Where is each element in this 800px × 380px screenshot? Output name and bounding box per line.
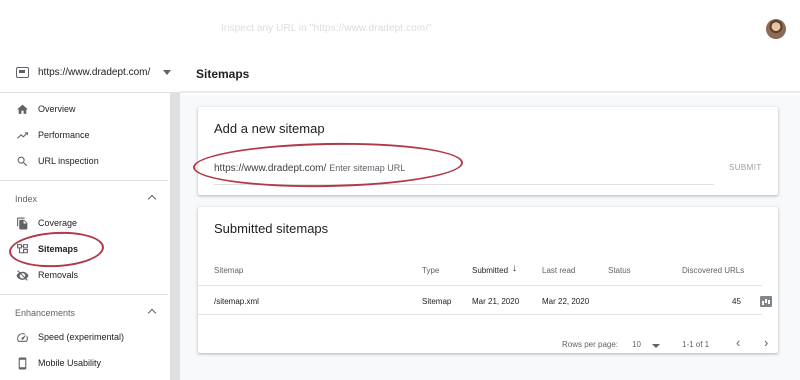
speedometer-icon xyxy=(16,331,29,344)
chevron-up-icon xyxy=(147,194,157,204)
sidebar-item-mobile-usability[interactable]: Mobile Usability xyxy=(0,351,168,377)
rows-per-page-select[interactable]: 10 xyxy=(632,340,641,349)
previous-page-button[interactable]: ‹ xyxy=(736,335,740,350)
sidebar-scrollbar[interactable] xyxy=(170,93,180,380)
sidebar-item-removals[interactable]: Removals xyxy=(0,263,168,289)
chevron-down-icon xyxy=(163,70,171,75)
main-header: Sitemaps xyxy=(180,58,800,93)
sidebar-item-label: Removals xyxy=(38,270,79,280)
divider xyxy=(0,92,180,93)
submitted-sitemaps-card: Submitted sitemaps Sitemap Type Submitte… xyxy=(198,207,778,353)
arrow-down-icon: ↓ xyxy=(512,263,517,274)
divider xyxy=(0,180,168,181)
property-selector[interactable]: https://www.dradept.com/ xyxy=(0,58,180,91)
cell-type: Sitemap xyxy=(422,297,452,306)
eye-off-icon xyxy=(16,269,29,282)
section-index[interactable]: Index xyxy=(0,187,168,211)
column-header[interactable]: Discovered URLs xyxy=(682,266,744,275)
home-icon xyxy=(16,103,29,116)
divider xyxy=(0,294,168,295)
card-title: Add a new sitemap xyxy=(214,121,325,136)
cell-submitted: Mar 21, 2020 xyxy=(472,297,520,306)
search-icon xyxy=(16,155,29,168)
sidebar-item-label: URL inspection xyxy=(38,156,99,166)
chevron-up-icon xyxy=(147,308,157,318)
column-header[interactable]: Last read xyxy=(542,266,575,275)
avatar[interactable] xyxy=(766,19,786,39)
sidebar-item-label: Speed (experimental) xyxy=(38,332,125,342)
section-label: Index xyxy=(15,194,38,204)
phone-icon xyxy=(16,357,29,370)
table-header: Sitemap Type Submitted ↓ Last read Statu… xyxy=(198,255,762,285)
cell-last-read: Mar 22, 2020 xyxy=(542,297,590,306)
sidebar-item-speed[interactable]: Speed (experimental) xyxy=(0,325,168,351)
section-enhancements[interactable]: Enhancements xyxy=(0,301,168,325)
rows-per-page-label: Rows per page: xyxy=(562,340,619,349)
property-icon xyxy=(16,67,29,78)
sidebar-item-overview[interactable]: Overview xyxy=(0,97,168,123)
submit-button[interactable]: SUBMIT xyxy=(729,163,762,172)
chevron-down-icon[interactable] xyxy=(652,344,660,348)
page-title: Sitemaps xyxy=(196,67,250,81)
column-header[interactable]: Sitemap xyxy=(214,266,243,275)
sidebar-item-label: Coverage xyxy=(38,218,78,228)
column-header[interactable]: Status xyxy=(608,266,631,275)
table-row[interactable]: /sitemap.xml Sitemap Mar 21, 2020 Mar 22… xyxy=(198,285,772,315)
url-inspection-search[interactable]: Inspect any URL in "https://www.dradept.… xyxy=(221,23,432,34)
column-header-sorted[interactable]: Submitted xyxy=(472,266,508,275)
next-page-button[interactable]: › xyxy=(764,335,768,350)
cell-sitemap: /sitemap.xml xyxy=(214,297,259,306)
sidebar-item-label: Mobile Usability xyxy=(38,358,102,368)
bar-chart-icon[interactable] xyxy=(760,296,772,307)
copy-icon xyxy=(16,217,29,230)
section-label: Enhancements xyxy=(15,308,76,318)
sidebar-item-performance[interactable]: Performance xyxy=(0,123,168,149)
page-range: 1-1 of 1 xyxy=(682,340,710,349)
card-title: Submitted sitemaps xyxy=(214,221,329,236)
sidebar-item-url-inspection[interactable]: URL inspection xyxy=(0,149,168,175)
property-url: https://www.dradept.com/ xyxy=(38,67,151,78)
pagination: Rows per page: 10 1-1 of 1 ‹ › xyxy=(198,334,768,358)
top-bar: Inspect any URL in "https://www.dradept.… xyxy=(0,0,800,58)
cell-discovered-urls: 45 xyxy=(732,297,741,306)
sidebar-item-label: Performance xyxy=(38,130,90,140)
column-header[interactable]: Type xyxy=(422,266,439,275)
sidebar-item-label: Overview xyxy=(38,104,76,114)
trending-up-icon xyxy=(16,129,29,142)
